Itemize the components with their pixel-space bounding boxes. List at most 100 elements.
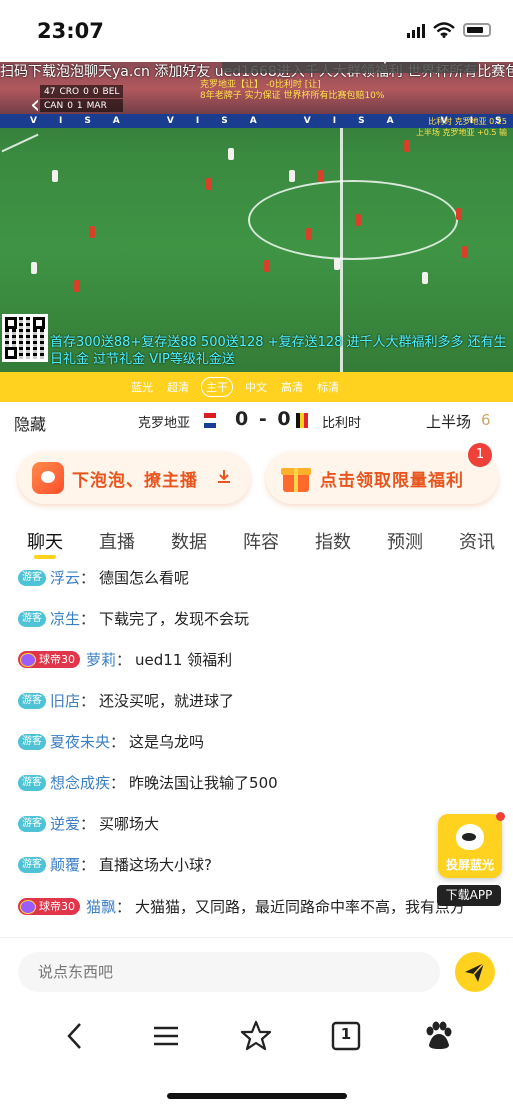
quality-option[interactable]: 标清	[310, 379, 346, 395]
notification-dot	[496, 812, 505, 821]
chat-message: 球帝30 萝莉 ： ued11 领福利	[18, 649, 488, 671]
quality-option[interactable]: 中文	[238, 379, 274, 395]
wifi-icon	[433, 22, 455, 38]
player	[422, 272, 428, 284]
home-team: 克罗地亚	[138, 416, 191, 431]
send-button[interactable]	[455, 952, 495, 992]
odds-line: 比利时 克罗地亚 0.25	[428, 117, 507, 126]
chat-message: 游客 旧店 ： 还没买呢，就进球了	[18, 690, 488, 712]
bubble-icon	[32, 462, 64, 494]
tab-live[interactable]: 直播	[99, 528, 135, 554]
quality-bar: 蓝光 超清 主干 中文 高清 标清	[0, 372, 513, 402]
chat-separator: ：	[110, 774, 126, 792]
promo-line: 8年老牌子 实力保证 世界杯所有比赛包赔10%	[200, 91, 385, 101]
player	[52, 170, 58, 182]
quality-option[interactable]: 高清	[274, 379, 310, 395]
chat-username[interactable]: 想念成疾	[50, 772, 110, 794]
chat-message: 游客 颠覆 ： 直播这场大小球?	[18, 854, 488, 876]
download-icon	[218, 470, 230, 483]
menu-icon[interactable]	[148, 1018, 184, 1054]
chat-username[interactable]: 凉生	[50, 608, 80, 630]
odds-line: 上半场 克罗地亚 +0.5 输	[415, 128, 507, 137]
battery-icon	[463, 23, 491, 37]
site-watermark: football-world-cup.com.cn	[222, 62, 478, 73]
tab-odds[interactable]: 指数	[315, 528, 351, 554]
score-row: 47 CRO 0 0 BEL	[40, 85, 124, 98]
paw-icon[interactable]	[420, 1018, 456, 1054]
chat-username[interactable]: 夏夜未央	[50, 731, 110, 753]
chat-text: 直播这场大小球?	[99, 856, 212, 874]
chat-text: 昨晚法国让我输了500	[129, 774, 278, 792]
match-period: 上半场	[426, 413, 472, 431]
download-app-button[interactable]: 下泡泡、撩主播	[18, 452, 250, 504]
chat-message: 球帝30 猫飘 ： 大猫猫，又同路，最近同路命中率不高，我有点方	[18, 896, 468, 918]
tab-bar: 聊天 直播 数据 阵容 指数 预测 资讯	[0, 522, 513, 562]
chat-username[interactable]: 旧店	[50, 690, 80, 712]
player	[206, 178, 212, 190]
gift-icon	[280, 462, 312, 494]
notification-badge: 1	[468, 443, 492, 467]
tabs-button[interactable]: 1	[328, 1018, 364, 1054]
promo-ticker: 首存300送88+复存送88 500送128 +复存送128 进千人大群福利多多…	[50, 335, 507, 367]
team-score: 0	[92, 86, 99, 97]
chat-text: 买哪场大	[99, 815, 160, 833]
chat-username[interactable]: 逆爱	[50, 813, 80, 835]
send-icon	[465, 962, 485, 982]
cast-bluray-button[interactable]: 投屏蓝光	[438, 812, 505, 878]
claim-welfare-button[interactable]: 点击领取限量福利	[266, 452, 498, 504]
guest-tag: 游客	[18, 775, 46, 791]
hide-button[interactable]: 隐藏	[14, 411, 46, 435]
tab-news[interactable]: 资讯	[459, 528, 495, 554]
team-code: MAR	[86, 100, 107, 111]
player	[334, 258, 340, 270]
chat-list[interactable]: 游客 浮云 ： 德国怎么看呢 游客 凉生 ： 下载完了，发现不会玩 球帝30 萝…	[0, 562, 513, 937]
back-icon[interactable]	[58, 1018, 94, 1054]
center-circle	[248, 180, 458, 260]
team-code: CAN	[44, 100, 64, 111]
team-score: 1	[76, 100, 83, 111]
quality-option[interactable]: 超清	[160, 379, 196, 395]
browser-toolbar: 1	[0, 1003, 513, 1075]
guest-tag: 游客	[18, 611, 46, 627]
back-arrow-icon[interactable]: ‹	[30, 90, 40, 120]
chat-text: 还没买呢，就进球了	[99, 692, 235, 710]
player	[264, 260, 270, 272]
star-icon[interactable]	[238, 1018, 274, 1054]
chat-input-bar	[0, 937, 513, 1003]
scoreboard: 47 CRO 0 0 BEL CAN 0 1 MAR	[40, 85, 124, 113]
chat-username[interactable]: 萝莉	[86, 649, 116, 671]
match-score: 0 - 0	[235, 408, 293, 430]
odds-info: 比利时 克罗地亚 0.25 上半场 克罗地亚 +0.5 输	[416, 116, 507, 138]
tab-count: 1	[340, 1025, 352, 1043]
home-indicator	[167, 1093, 347, 1099]
promo-small: 克罗地亚【让】 -0比利时 [让] 8年老牌子 实力保证 世界杯所有比赛包赔10…	[200, 80, 384, 102]
croatia-flag-icon	[204, 413, 216, 428]
tab-lineup[interactable]: 阵容	[243, 528, 279, 554]
chat-username[interactable]: 颠覆	[50, 854, 80, 876]
tab-chat[interactable]: 聊天	[27, 528, 63, 554]
away-team: 比利时	[322, 416, 362, 431]
download-app-badge[interactable]: 下载APP	[437, 885, 501, 906]
chat-input[interactable]	[18, 952, 440, 992]
quality-option-selected[interactable]: 主干	[201, 377, 233, 397]
tab-prediction[interactable]: 预测	[387, 528, 423, 554]
video-player[interactable]: VISA VISA VISA VISA VISA VISA VISA VISA …	[0, 62, 513, 372]
tab-data[interactable]: 数据	[171, 528, 207, 554]
dog-mascot-icon	[456, 824, 484, 850]
player	[404, 140, 410, 152]
player	[355, 214, 361, 226]
status-bar: 23:07	[0, 0, 513, 62]
signal-icon	[407, 22, 425, 38]
chat-message: 游客 想念成疾 ： 昨晚法国让我输了500	[18, 772, 488, 794]
quality-option[interactable]: 蓝光	[124, 379, 160, 395]
chat-separator: ：	[80, 692, 96, 710]
chat-separator: ：	[116, 651, 132, 669]
chat-username[interactable]: 猫飘	[86, 896, 116, 918]
chat-text: ued11 领福利	[135, 651, 233, 669]
player	[74, 280, 80, 292]
crown-icon	[20, 652, 36, 667]
match-bar: 隐藏 克罗地亚 0 - 0 比利时 上半场 6	[0, 402, 513, 438]
guest-tag: 游客	[18, 816, 46, 832]
chat-username[interactable]: 浮云	[50, 567, 80, 589]
match-clock: 47	[44, 86, 56, 97]
